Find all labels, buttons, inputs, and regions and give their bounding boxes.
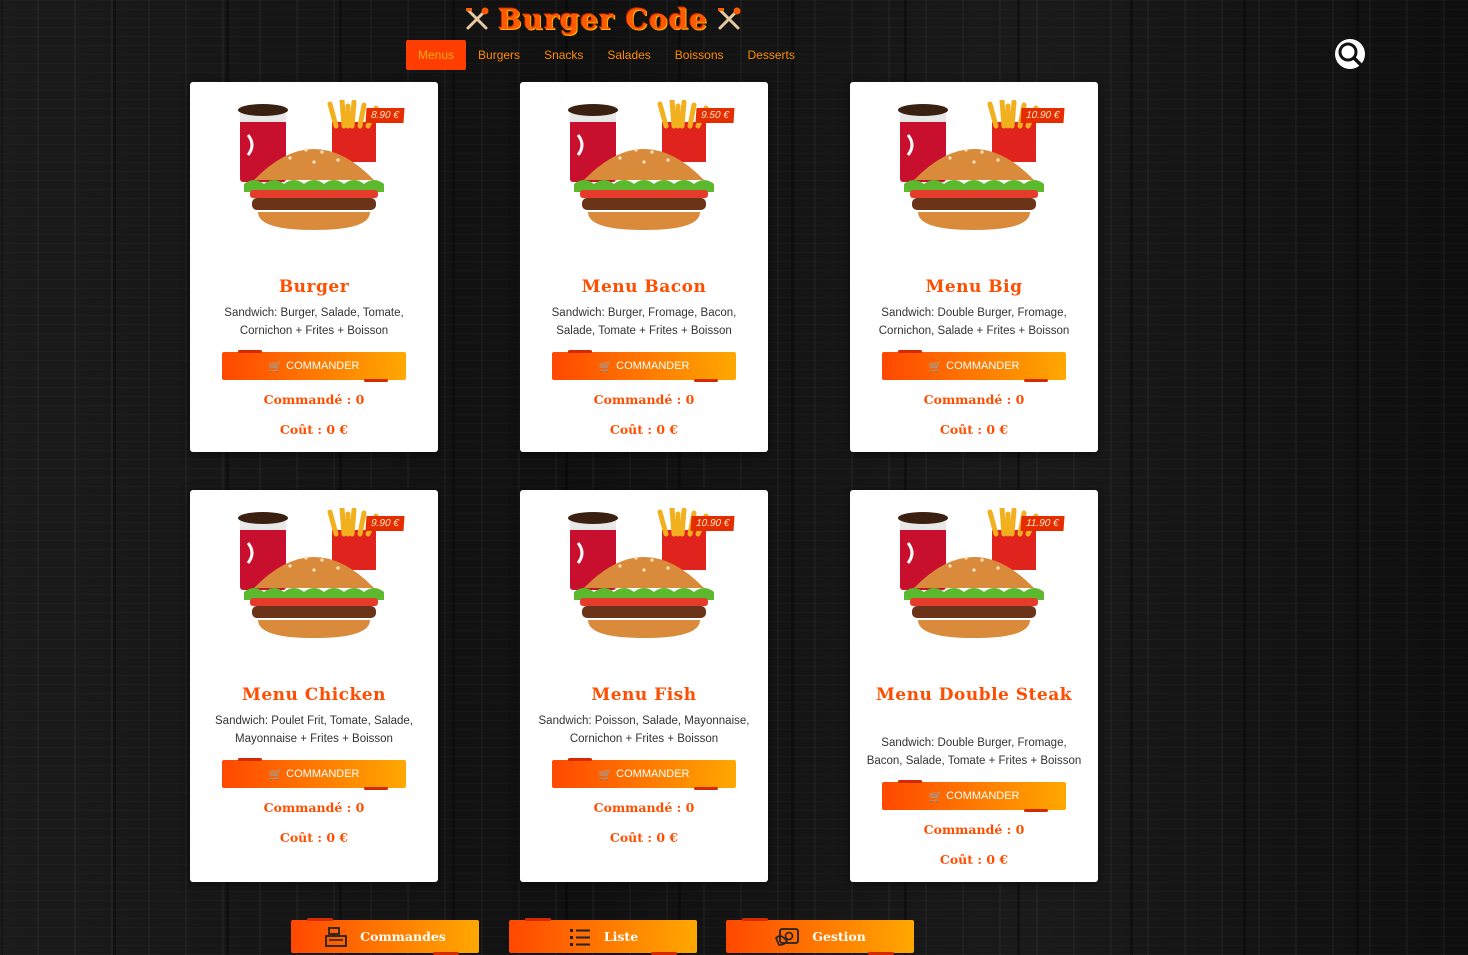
cost-total: Coût : 0 € xyxy=(939,422,1009,437)
order-button-label: COMMANDER xyxy=(286,768,360,780)
liste-label: Liste xyxy=(603,929,639,944)
order-button[interactable]: 🛒 COMMANDER xyxy=(882,350,1066,382)
ordered-count: Commandé : 0 xyxy=(923,822,1025,837)
order-button[interactable]: 🛒 COMMANDER xyxy=(882,780,1066,812)
order-button-label: COMMANDER xyxy=(286,360,360,372)
cost-total: Coût : 0 € xyxy=(609,422,679,437)
cutlery-icon xyxy=(465,7,489,30)
price-badge: 10.90 € xyxy=(690,516,735,531)
menu-description: Sandwich: Double Burger, Fromage, Cornic… xyxy=(878,307,1070,337)
order-button[interactable]: 🛒 COMMANDER xyxy=(222,758,406,790)
cart-icon: 🛒 xyxy=(928,790,943,803)
cart-icon: 🛒 xyxy=(268,360,283,373)
menu-card: 10.90 € Menu Big Sandwich: Double Burger… xyxy=(850,82,1098,452)
brand-title: Burger Code xyxy=(497,2,709,36)
ordered-count: Commandé : 0 xyxy=(923,392,1025,407)
menu-description: Sandwich: Burger, Salade, Tomate, Cornic… xyxy=(224,307,404,337)
price-badge: 9.50 € xyxy=(695,108,735,123)
cutlery-icon xyxy=(718,7,741,30)
nav-item-desserts[interactable]: Desserts xyxy=(736,40,807,70)
list-icon xyxy=(569,928,590,946)
cost-total: Coût : 0 € xyxy=(609,830,679,845)
ordered-count: Commandé : 0 xyxy=(263,800,365,815)
ordered-count: Commandé : 0 xyxy=(263,392,365,407)
order-button-label: COMMANDER xyxy=(946,360,1020,372)
menu-card: 9.90 € Menu Chicken Sandwich: Poulet Fri… xyxy=(190,490,438,882)
liste-button[interactable]: Liste xyxy=(509,918,697,955)
order-button[interactable]: 🛒 COMMANDER xyxy=(222,350,406,382)
search-icon xyxy=(1335,39,1365,69)
category-nav: Menus Burgers Snacks Salades Boissons De… xyxy=(406,40,807,70)
cart-icon: 🛒 xyxy=(598,768,613,781)
order-button-label: COMMANDER xyxy=(616,768,690,780)
menu-title: Menu Fish xyxy=(591,685,697,705)
menu-description: Sandwich: Poisson, Salade, Mayonnaise, C… xyxy=(538,715,750,745)
menu-card: 8.90 € Burger Sandwich: Burger, Salade, … xyxy=(190,82,438,452)
brand-logo: Burger Code xyxy=(444,2,762,36)
order-button[interactable]: 🛒 COMMANDER xyxy=(552,758,736,790)
menu-title: Menu Big xyxy=(925,277,1023,297)
commandes-button[interactable]: Commandes xyxy=(291,918,479,955)
price-badge: 10.90 € xyxy=(1020,108,1065,123)
cost-total: Coût : 0 € xyxy=(279,422,349,437)
menu-card: 11.90 € Menu Double Steak Sandwich: Doub… xyxy=(850,490,1098,882)
cart-icon: 🛒 xyxy=(598,360,613,373)
cost-total: Coût : 0 € xyxy=(279,830,349,845)
money-icon xyxy=(775,927,800,946)
cash-register-icon xyxy=(325,926,348,947)
price-badge: 9.90 € xyxy=(365,516,405,531)
ordered-count: Commandé : 0 xyxy=(593,800,695,815)
price-badge: 11.90 € xyxy=(1020,516,1065,531)
menu-title: Menu Bacon xyxy=(581,277,707,297)
order-button[interactable]: 🛒 COMMANDER xyxy=(552,350,736,382)
cost-total: Coût : 0 € xyxy=(939,852,1009,867)
menu-description: Sandwich: Burger, Fromage, Bacon, Salade… xyxy=(551,307,737,337)
commandes-label: Commandes xyxy=(360,929,446,944)
menu-title: Menu Chicken xyxy=(242,685,386,705)
nav-item-snacks[interactable]: Snacks xyxy=(532,40,595,70)
menu-description: Sandwich: Poulet Frit, Tomate, Salade, M… xyxy=(215,715,413,745)
nav-item-boissons[interactable]: Boissons xyxy=(663,40,736,70)
menu-card: 10.90 € Menu Fish Sandwich: Poisson, Sal… xyxy=(520,490,768,882)
order-button-label: COMMANDER xyxy=(616,360,690,372)
price-badge: 8.90 € xyxy=(365,108,405,123)
nav-item-burgers[interactable]: Burgers xyxy=(466,40,532,70)
cart-icon: 🛒 xyxy=(928,360,943,373)
order-button-label: COMMANDER xyxy=(946,790,1020,802)
nav-item-salades[interactable]: Salades xyxy=(595,40,662,70)
menu-description: Sandwich: Double Burger, Fromage, Bacon,… xyxy=(866,737,1082,767)
search-button[interactable] xyxy=(1334,38,1366,70)
gestion-label: Gestion xyxy=(812,929,866,944)
menu-title: Burger xyxy=(278,277,350,297)
menu-card: 9.50 € Menu Bacon Sandwich: Burger, From… xyxy=(520,82,768,452)
menu-title: Menu Double Steak xyxy=(875,685,1073,705)
ordered-count: Commandé : 0 xyxy=(593,392,695,407)
cart-icon: 🛒 xyxy=(268,768,283,781)
gestion-button[interactable]: Gestion xyxy=(726,918,914,955)
nav-item-menus[interactable]: Menus xyxy=(406,40,467,70)
